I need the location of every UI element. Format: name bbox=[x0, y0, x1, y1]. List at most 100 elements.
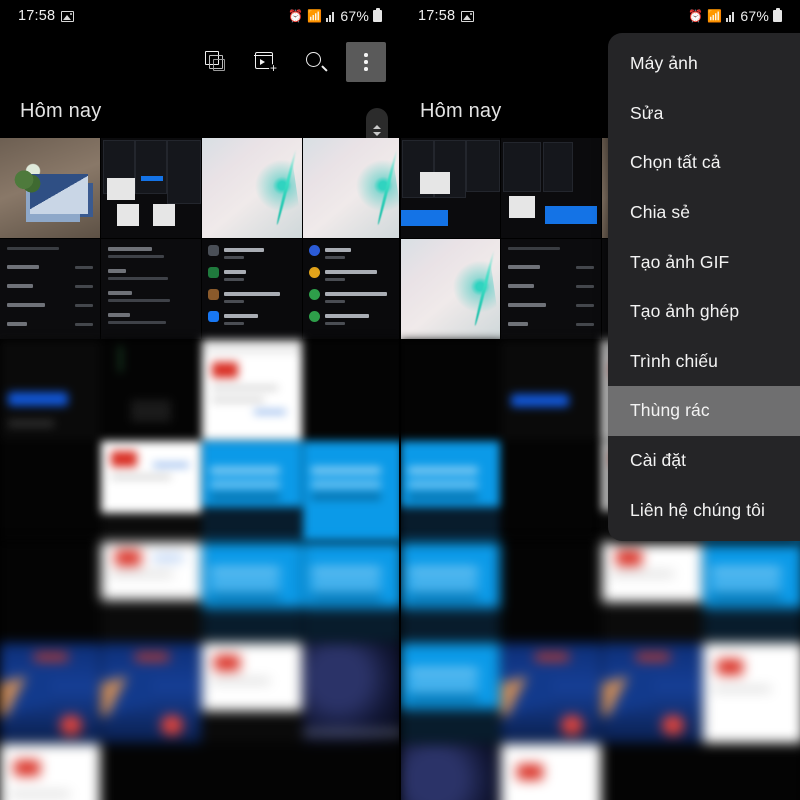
photo-thumbnail[interactable] bbox=[501, 239, 601, 339]
photo-thumbnail[interactable] bbox=[101, 643, 201, 743]
photo-thumbnail[interactable] bbox=[400, 138, 500, 238]
photo-thumbnail[interactable] bbox=[101, 441, 201, 541]
photo-thumbnail[interactable] bbox=[0, 643, 100, 743]
menu-item-trash[interactable]: Thùng rác bbox=[608, 386, 800, 436]
menu-item-edit[interactable]: Sửa bbox=[608, 89, 800, 139]
photo-thumbnail[interactable] bbox=[202, 441, 302, 541]
image-icon bbox=[61, 10, 75, 22]
photo-thumbnail[interactable] bbox=[303, 643, 400, 743]
alarm-icon: ⏰ bbox=[288, 9, 304, 23]
photo-thumbnail[interactable] bbox=[202, 744, 302, 800]
photo-thumbnail[interactable] bbox=[303, 744, 400, 800]
gallery-toolbar: + bbox=[0, 34, 400, 90]
photo-thumbnail[interactable] bbox=[202, 542, 302, 642]
photo-thumbnail[interactable] bbox=[400, 441, 500, 541]
photo-thumbnail[interactable] bbox=[202, 340, 302, 440]
photo-thumbnail[interactable] bbox=[400, 239, 500, 339]
status-bar: 17:58 ⏰ 📶 67% bbox=[0, 0, 400, 32]
more-options-icon bbox=[364, 53, 368, 71]
alarm-icon: ⏰ bbox=[688, 9, 704, 23]
photo-thumbnail[interactable] bbox=[501, 643, 601, 743]
photo-thumbnail[interactable] bbox=[602, 744, 702, 800]
status-bar-left: 17:58 bbox=[18, 8, 75, 24]
create-story-button[interactable]: + bbox=[246, 42, 286, 82]
photo-thumbnail[interactable] bbox=[101, 744, 201, 800]
menu-item-share[interactable]: Chia sẻ bbox=[608, 188, 800, 238]
menu-item-create-collage[interactable]: Tạo ảnh ghép bbox=[608, 287, 800, 337]
search-button[interactable] bbox=[296, 42, 336, 82]
menu-item-label: Cài đặt bbox=[630, 450, 687, 471]
wifi-icon: 📶 bbox=[307, 9, 323, 23]
photo-thumbnail[interactable] bbox=[303, 542, 400, 642]
photo-grid bbox=[0, 138, 400, 339]
chevron-down-icon bbox=[373, 131, 381, 136]
menu-item-label: Chọn tất cả bbox=[630, 152, 721, 173]
photo-thumbnail[interactable] bbox=[101, 542, 201, 642]
menu-item-label: Máy ảnh bbox=[630, 53, 698, 74]
photo-thumbnail[interactable] bbox=[501, 441, 601, 541]
photo-thumbnail[interactable] bbox=[303, 441, 400, 541]
photo-thumbnail[interactable] bbox=[602, 643, 702, 743]
photo-thumbnail[interactable] bbox=[303, 138, 400, 238]
albums-icon bbox=[205, 51, 227, 73]
photo-thumbnail[interactable] bbox=[0, 744, 100, 800]
menu-item-settings[interactable]: Cài đặt bbox=[608, 436, 800, 486]
status-time: 17:58 bbox=[418, 8, 456, 24]
section-title-today: Hôm nay bbox=[420, 100, 502, 122]
photo-thumbnail[interactable] bbox=[703, 643, 800, 743]
menu-item-create-gif[interactable]: Tạo ảnh GIF bbox=[608, 237, 800, 287]
photo-thumbnail[interactable] bbox=[0, 138, 100, 238]
overflow-menu: Máy ảnh Sửa Chọn tất cả Chia sẻ Tạo ảnh … bbox=[608, 33, 800, 541]
menu-item-label: Thùng rác bbox=[630, 400, 710, 421]
menu-item-label: Trình chiếu bbox=[630, 350, 718, 371]
photo-thumbnail[interactable] bbox=[501, 138, 601, 238]
photo-grid-blurred-upper bbox=[0, 340, 400, 541]
status-bar-right: ⏰ 📶 67% bbox=[288, 8, 382, 24]
photo-thumbnail[interactable] bbox=[703, 542, 800, 642]
photo-thumbnail[interactable] bbox=[400, 542, 500, 642]
photo-thumbnail[interactable] bbox=[202, 138, 302, 238]
photo-thumbnail[interactable] bbox=[0, 542, 100, 642]
photo-thumbnail[interactable] bbox=[202, 643, 302, 743]
photo-thumbnail[interactable] bbox=[303, 239, 400, 339]
photo-thumbnail[interactable] bbox=[703, 744, 800, 800]
photo-thumbnail[interactable] bbox=[202, 239, 302, 339]
photo-thumbnail[interactable] bbox=[101, 239, 201, 339]
photo-grid-blurred-lower bbox=[0, 542, 400, 800]
status-bar-right: ⏰ 📶 67% bbox=[688, 8, 782, 24]
photo-thumbnail[interactable] bbox=[501, 542, 601, 642]
wifi-icon: 📶 bbox=[707, 9, 723, 23]
status-time: 17:58 bbox=[18, 8, 56, 24]
menu-item-camera[interactable]: Máy ảnh bbox=[608, 39, 800, 89]
photo-thumbnail[interactable] bbox=[101, 340, 201, 440]
menu-item-select-all[interactable]: Chọn tất cả bbox=[608, 138, 800, 188]
photo-grid-blurred-lower bbox=[400, 542, 800, 800]
photo-thumbnail[interactable] bbox=[0, 441, 100, 541]
photo-thumbnail[interactable] bbox=[501, 744, 601, 800]
menu-item-label: Tạo ảnh GIF bbox=[630, 251, 730, 272]
screenshot-root: 17:58 ⏰ 📶 67% + Hôm nay 17:58 ⏰ 📶 67% Hô… bbox=[0, 0, 800, 800]
battery-icon bbox=[373, 8, 382, 22]
menu-item-contact-us[interactable]: Liên hệ chúng tôi bbox=[608, 485, 800, 535]
photo-thumbnail[interactable] bbox=[0, 340, 100, 440]
photo-thumbnail[interactable] bbox=[400, 744, 500, 800]
signal-bars-icon bbox=[326, 11, 335, 22]
photo-thumbnail[interactable] bbox=[400, 340, 500, 440]
photo-thumbnail[interactable] bbox=[0, 239, 100, 339]
photo-thumbnail[interactable] bbox=[501, 340, 601, 440]
phone-panel-left: 17:58 ⏰ 📶 67% + Hôm nay bbox=[0, 0, 400, 800]
battery-icon bbox=[773, 8, 782, 22]
photo-thumbnail[interactable] bbox=[303, 340, 400, 440]
photo-thumbnail[interactable] bbox=[101, 138, 201, 238]
albums-button[interactable] bbox=[196, 42, 236, 82]
menu-item-label: Chia sẻ bbox=[630, 202, 691, 223]
menu-item-label: Tạo ảnh ghép bbox=[630, 301, 740, 322]
search-icon bbox=[305, 51, 328, 73]
status-bar: 17:58 ⏰ 📶 67% bbox=[400, 0, 800, 32]
panel-divider bbox=[399, 0, 401, 800]
more-options-button[interactable] bbox=[346, 42, 386, 82]
photo-thumbnail[interactable] bbox=[400, 643, 500, 743]
menu-item-slideshow[interactable]: Trình chiếu bbox=[608, 337, 800, 387]
battery-percent: 67% bbox=[340, 8, 369, 24]
photo-thumbnail[interactable] bbox=[602, 542, 702, 642]
